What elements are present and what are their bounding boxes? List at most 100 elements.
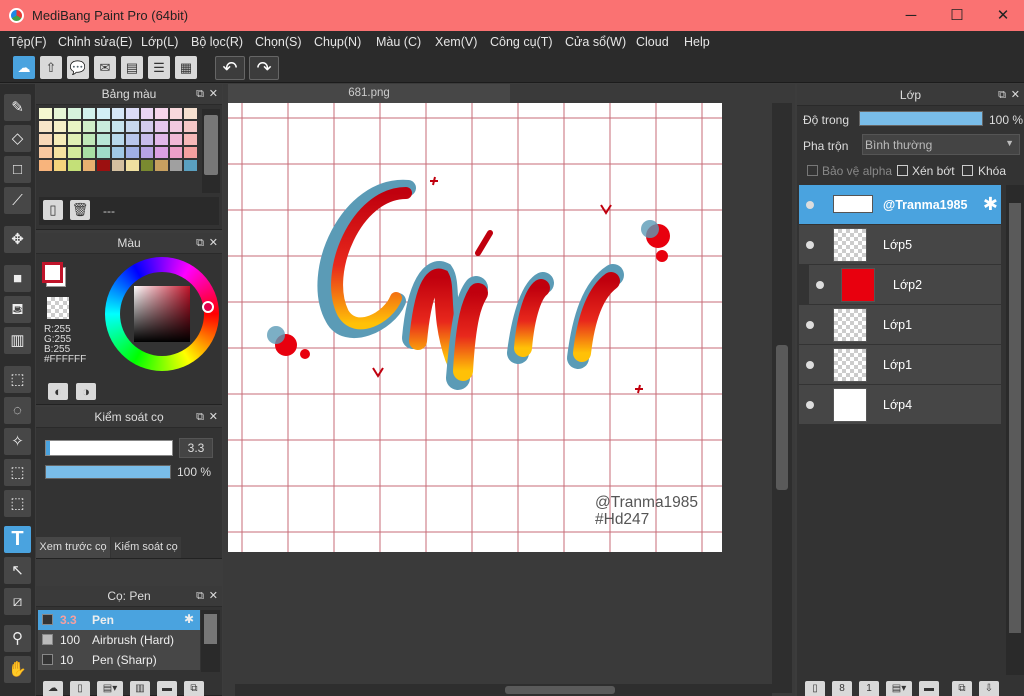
color-swatch[interactable] [68,160,81,171]
color-swatch[interactable] [140,147,154,158]
color-wheel[interactable] [105,257,219,371]
color-swatch[interactable] [53,134,67,145]
foreground-color-swatch[interactable] [42,262,63,283]
select-rect-icon[interactable]: ⬚ [4,366,31,393]
canvas-horizontal-scrollbar[interactable] [235,684,772,696]
folder-icon[interactable]: ▬ [157,681,177,696]
visibility-icon[interactable] [806,401,814,409]
layer-row[interactable]: Lớp1 [799,305,1001,345]
maximize-button[interactable]: ☐ [934,0,980,31]
color-swatch[interactable] [82,147,96,158]
comment-icon[interactable]: 💬 [67,56,89,79]
menu-select[interactable]: Chọn(S) [255,35,302,49]
close-icon[interactable]: ✕ [1011,84,1020,106]
upload-icon[interactable]: ⇧ [40,56,62,79]
visibility-icon[interactable] [816,281,824,289]
layer-row[interactable]: @Tranma1985 ✱ [799,185,1001,225]
text-tool-icon[interactable]: T [4,526,31,553]
lock-checkbox[interactable] [962,165,973,176]
blend-mode-select[interactable]: Bình thường ▼ [862,134,1020,155]
cloud-brush-icon[interactable]: ☁ [43,681,63,696]
color-swatch[interactable] [111,147,125,158]
shape-tool-icon[interactable]: □ [4,156,31,183]
close-icon[interactable]: ✕ [209,233,218,254]
new-layer-icon[interactable]: ▯ [805,681,825,696]
color-swatch[interactable] [184,160,197,171]
tab-brush-preview[interactable]: Xem trước cọ [36,537,110,558]
color-swatch[interactable] [53,121,67,132]
document-icon[interactable]: ▤ [121,56,143,79]
new-brush-icon[interactable]: ▯ [70,681,90,696]
color-swatch[interactable] [82,121,96,132]
color-swatch[interactable] [126,147,139,158]
color-swatch[interactable] [97,108,110,119]
brush-settings-icon[interactable]: ▥ [130,681,150,696]
new-layer-1bit-icon[interactable]: 1 [859,681,879,696]
color-swatch[interactable] [184,121,197,132]
menu-color[interactable]: Màu (C) [376,35,421,49]
select-eraser-icon[interactable]: ⬚ [4,490,31,517]
popout-icon[interactable]: ⧉ [196,84,204,105]
brush-item-pen[interactable]: 3.3 Pen ✱ [38,610,200,630]
fill-rect-tool-icon[interactable]: ■ [4,265,31,292]
line-tool-icon[interactable]: ⟋ [4,187,31,214]
copy-brush-icon[interactable]: ⧉ [184,681,204,696]
canvas-vertical-scrollbar[interactable] [772,103,792,693]
color-swatch[interactable] [111,134,125,145]
visibility-icon[interactable] [806,321,814,329]
color-swatch[interactable] [53,160,67,171]
palette-icon[interactable]: ◐ [48,383,68,400]
color-swatch[interactable] [53,147,67,158]
menu-window[interactable]: Cửa sổ(W) [565,35,626,49]
brush-item-airbrush[interactable]: 100 Airbrush (Hard) [38,630,200,650]
menu-help[interactable]: Help [684,35,710,49]
undo-icon[interactable]: ↶ [215,56,245,80]
color-swatch[interactable] [39,134,52,145]
color-swatch[interactable] [155,108,168,119]
color-swatch[interactable] [39,147,52,158]
menu-file[interactable]: Tệp(F) [9,35,47,49]
tab-brush-control[interactable]: Kiểm soát cọ [111,537,181,558]
color-swatch[interactable] [126,121,139,132]
color-swatch[interactable] [169,121,183,132]
color-swatch[interactable] [155,160,168,171]
popout-icon[interactable]: ⧉ [196,407,204,428]
gear-icon[interactable]: ✱ [983,194,998,215]
color-swatch[interactable] [184,147,197,158]
layer-row[interactable]: Lớp5 [799,225,1001,265]
magic-wand-icon[interactable]: ✧ [4,428,31,455]
select-pen-icon[interactable]: ⬚ [4,459,31,486]
layer-row[interactable]: Lớp1 [799,345,1001,385]
add-brush-icon[interactable]: ▤▾ [97,681,123,696]
color-swatch[interactable] [68,134,81,145]
color-swatch[interactable] [126,134,139,145]
scrollbar[interactable] [201,610,220,672]
divide-tool-icon[interactable]: ⧄ [4,588,31,615]
clipping-checkbox[interactable] [897,165,908,176]
color-swatch[interactable] [184,134,197,145]
menu-view[interactable]: Xem(V) [435,35,477,49]
color-swatch[interactable] [39,160,52,171]
color-swatch[interactable] [140,108,154,119]
duplicate-layer-icon[interactable]: ⧉ [952,681,972,696]
move-tool-icon[interactable]: ✥ [4,226,31,253]
scrollbar[interactable] [202,109,220,193]
operation-tool-icon[interactable]: ↖ [4,557,31,584]
redo-icon[interactable]: ↷ [249,56,279,80]
brush-opacity-slider[interactable] [45,465,171,479]
color-swatch[interactable] [97,134,110,145]
menu-cloud[interactable]: Cloud [636,35,669,49]
lasso-icon[interactable]: ◌ [4,397,31,424]
color-swatch[interactable] [126,160,139,171]
color-swatch[interactable] [140,160,154,171]
bucket-tool-icon[interactable]: ⛾ [4,296,31,323]
color-swatch[interactable] [140,121,154,132]
mixer-icon[interactable]: ◑ [76,383,96,400]
color-swatch[interactable] [82,160,96,171]
close-button[interactable]: ✕ [980,0,1024,31]
color-swatch[interactable] [68,108,81,119]
color-swatch[interactable] [97,147,110,158]
brush-item-pen-sharp[interactable]: 10 Pen (Sharp) [38,650,200,670]
close-icon[interactable]: ✕ [209,407,218,428]
menu-tools[interactable]: Công cụ(T) [490,35,553,49]
